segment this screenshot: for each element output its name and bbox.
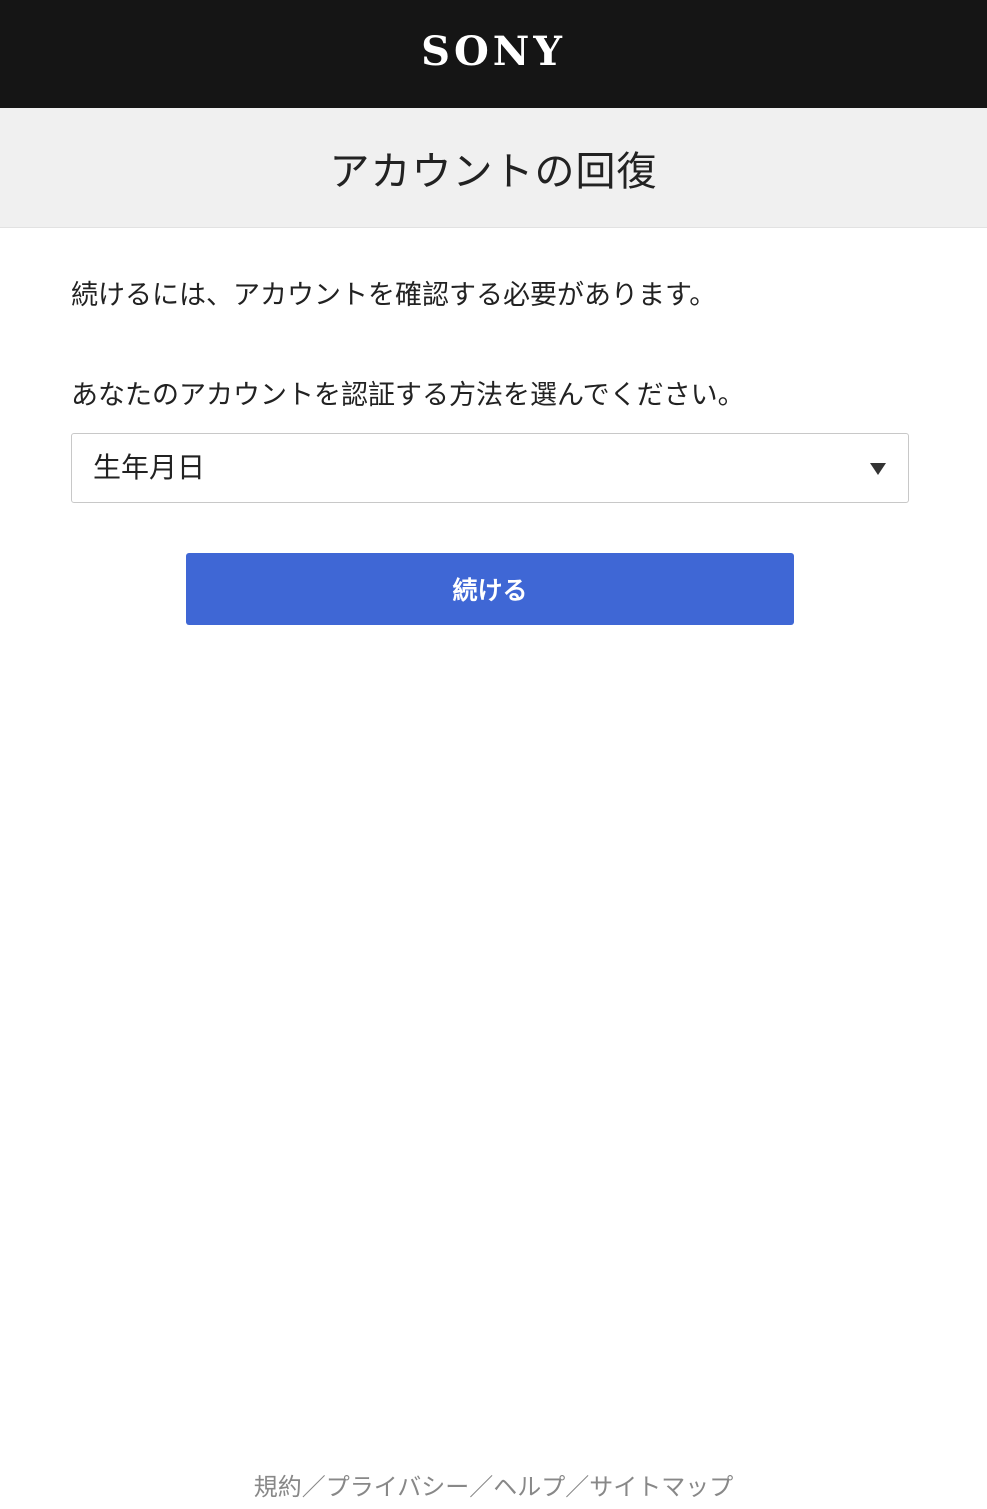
- footer-link-terms[interactable]: 規約: [254, 1473, 302, 1501]
- selected-method-value: 生年月日: [93, 451, 206, 484]
- footer-separator: ／: [301, 1473, 326, 1501]
- verification-method-label: あなたのアカウントを認証する方法を選んでください。: [71, 380, 745, 411]
- continue-button[interactable]: 続ける: [186, 553, 794, 625]
- footer-separator: ／: [565, 1473, 590, 1501]
- verification-method-select[interactable]: 生年月日: [71, 433, 909, 503]
- chevron-down-icon: [870, 463, 886, 475]
- intro-text: 続けるには、アカウントを確認する必要があります。: [71, 280, 717, 311]
- title-band: アカウントの回復: [0, 108, 987, 228]
- footer-links: 規約／プライバシー／ヘルプ／サイトマップ: [0, 1470, 987, 1504]
- footer-link-help[interactable]: ヘルプ: [493, 1473, 565, 1501]
- top-header: SONY: [0, 0, 987, 108]
- page-title: アカウントの回復: [329, 148, 658, 195]
- sony-logo[interactable]: SONY: [421, 32, 566, 72]
- footer-link-sitemap[interactable]: サイトマップ: [589, 1473, 733, 1501]
- footer-link-privacy[interactable]: プライバシー: [326, 1473, 470, 1501]
- footer-separator: ／: [469, 1473, 494, 1501]
